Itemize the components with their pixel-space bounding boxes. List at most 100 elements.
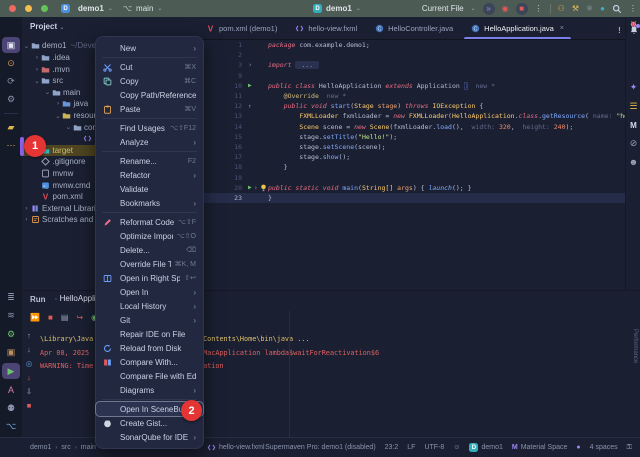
menu-item-find-usages[interactable]: Find Usages⌥⇧F12: [96, 121, 203, 135]
window-zoom-button[interactable]: [41, 5, 48, 12]
performance-tab-label[interactable]: Performance: [632, 329, 638, 363]
menu-item-reformat-code[interactable]: Reformat Code⌥⇧F: [96, 215, 203, 229]
caret-position[interactable]: 23:2: [385, 444, 399, 451]
intention-bulb-icon[interactable]: [260, 184, 267, 192]
stop-icon[interactable]: ■: [48, 313, 53, 322]
search-icon[interactable]: [612, 4, 622, 14]
menu-item-compare-file-with-editor[interactable]: Compare File with Editor: [96, 369, 203, 383]
run-gutter-icon[interactable]: ▶: [248, 184, 252, 191]
more-icon[interactable]: ⋮: [535, 5, 543, 13]
science-icon[interactable]: ⚛: [586, 5, 593, 13]
settings-sync-icon[interactable]: ⚙: [0, 326, 22, 342]
menu-item-cut[interactable]: Cut⌘X: [96, 60, 203, 74]
inspections-icon[interactable]: !: [612, 23, 627, 37]
dump-threads-icon[interactable]: ▤: [61, 313, 69, 322]
breadcrumb-item-main[interactable]: main: [81, 444, 96, 451]
project-tool-icon[interactable]: ▣: [2, 37, 20, 53]
database-icon[interactable]: ☰: [626, 99, 640, 113]
encoding[interactable]: UTF-8: [424, 444, 444, 451]
menu-item-open-in[interactable]: Open In›: [96, 285, 203, 299]
expanded-arrow-icon[interactable]: ⌄: [44, 88, 51, 96]
menu-item-rename[interactable]: Rename...F2: [96, 154, 203, 168]
clear-icon[interactable]: ■: [27, 401, 32, 410]
menu-item-copy-path-reference[interactable]: Copy Path/Reference...: [96, 88, 203, 102]
more-vertical-icon[interactable]: ⋮: [629, 5, 637, 13]
menu-item-analyze[interactable]: Analyze›: [96, 135, 203, 149]
supermaven-status[interactable]: Supermaven Pro: demo1 (disabled): [265, 444, 376, 451]
dependencies-tool-icon[interactable]: ▣: [0, 345, 22, 361]
project-panel-header[interactable]: Project ⌄: [30, 22, 64, 31]
menu-item-refactor[interactable]: Refactor›: [96, 168, 203, 182]
fold-arrow-icon[interactable]: ›: [248, 61, 252, 69]
pull-requests-icon[interactable]: ⟳: [0, 73, 22, 89]
ai-chat-tool-icon[interactable]: A: [0, 382, 22, 398]
scroll-end-icon[interactable]: ↓: [27, 373, 31, 382]
menu-item-override-file-type[interactable]: Override File Type⌘K, M: [96, 257, 203, 271]
bookmarks-tool-icon[interactable]: ▰: [0, 119, 22, 135]
record-dot-icon[interactable]: ●: [600, 5, 605, 13]
menu-item-repair-ide-on-file[interactable]: Repair IDE on File: [96, 327, 203, 341]
maven-tool-icon[interactable]: M: [626, 118, 640, 132]
tab-hellocontroller-java[interactable]: CHelloController.java: [366, 17, 462, 39]
terminal-tool-icon[interactable]: ≋: [0, 308, 22, 324]
collapsed-arrow-icon[interactable]: ›: [23, 216, 30, 223]
resume-icon[interactable]: »: [483, 3, 495, 15]
tab-hello-view-fxml[interactable]: hello-view.fxml: [286, 17, 366, 39]
notifications-off-icon[interactable]: ⊘: [626, 136, 640, 150]
plugin-status-icon[interactable]: ☺: [453, 444, 460, 451]
menu-item-local-history[interactable]: Local History›: [96, 299, 203, 313]
project-badge[interactable]: Ddemo1: [469, 443, 502, 452]
code-editor[interactable]: 1package com.example.demo1;23›import ...…: [197, 40, 625, 290]
menu-item-compare-with[interactable]: Compare With...: [96, 355, 203, 369]
menu-item-diagrams[interactable]: Diagrams›: [96, 383, 203, 397]
git-tool-icon[interactable]: ⌥: [0, 419, 22, 435]
collapsed-arrow-icon[interactable]: ›: [34, 66, 41, 73]
up-stack-icon[interactable]: ↑: [27, 331, 31, 340]
tab-helloapplication-java[interactable]: CHelloApplication.java×: [462, 17, 573, 39]
menu-item-delete[interactable]: Delete...⌫: [96, 243, 203, 257]
vcs-branch-widget[interactable]: main: [136, 4, 153, 13]
run-tool-icon[interactable]: ▶: [2, 363, 20, 379]
menu-item-copy[interactable]: Copy⌘C: [96, 74, 203, 88]
fold-arrow-icon[interactable]: ›: [254, 184, 258, 192]
debug-icon[interactable]: ◉: [502, 5, 509, 13]
problems-tool-icon[interactable]: ⚉: [0, 400, 22, 416]
services-tool-icon[interactable]: ≣: [0, 289, 22, 305]
menu-item-open-in-right-split[interactable]: Open in Right Split⇧↩: [96, 271, 203, 285]
indent-size[interactable]: 4 spaces: [590, 444, 618, 451]
close-icon[interactable]: ×: [560, 25, 564, 32]
ai-assistant-icon[interactable]: ✦: [626, 80, 640, 94]
menu-item-bookmarks[interactable]: Bookmarks›: [96, 196, 203, 210]
menu-item-new[interactable]: New›: [96, 41, 203, 55]
menu-item-optimize-imports[interactable]: Optimize Imports⌥⇧O: [96, 229, 203, 243]
theme-indicator[interactable]: MMaterial Space: [512, 444, 568, 451]
exit-icon[interactable]: ↪: [76, 313, 83, 322]
collapsed-arrow-icon[interactable]: ›: [34, 54, 41, 61]
window-minimize-button[interactable]: [25, 5, 32, 12]
soft-wrap-icon[interactable]: ◎: [26, 359, 33, 368]
collapsed-arrow-icon[interactable]: ›: [23, 205, 30, 212]
menu-item-paste[interactable]: Paste⌘V: [96, 102, 203, 116]
expanded-arrow-icon[interactable]: ⌄: [34, 77, 41, 85]
users-icon[interactable]: ⚇: [558, 5, 565, 13]
down-stack-icon[interactable]: ↓: [27, 345, 31, 354]
rerun-icon[interactable]: ⏩: [30, 313, 40, 322]
color-dot[interactable]: ●: [576, 444, 580, 451]
menu-item-reload-from-disk[interactable]: Reload from Disk: [96, 341, 203, 355]
collapsed-arrow-icon[interactable]: ›: [55, 100, 62, 107]
window-close-button[interactable]: [9, 5, 16, 12]
breadcrumb-item-src[interactable]: src: [61, 444, 70, 451]
breadcrumb-file[interactable]: hello-view.fxml: [219, 444, 265, 451]
line-separator[interactable]: LF: [407, 444, 415, 451]
commit-tool-icon[interactable]: ⊙: [0, 55, 22, 71]
tab-pom-xml-demo1-[interactable]: Vpom.xml (demo1): [197, 17, 286, 39]
expanded-arrow-icon[interactable]: ⌄: [23, 42, 30, 50]
scroll-bottom-icon[interactable]: ⇩: [26, 387, 32, 396]
more-tools-icon[interactable]: ⋯: [0, 137, 22, 153]
maven-v-icon[interactable]: V: [626, 17, 640, 31]
expanded-arrow-icon[interactable]: ⌄: [55, 112, 62, 120]
override-gutter-icon[interactable]: ↑: [248, 103, 252, 110]
run-gutter-icon[interactable]: ▶: [248, 82, 252, 89]
project-widget[interactable]: demo1: [78, 4, 104, 13]
expanded-arrow-icon[interactable]: ⌄: [65, 123, 72, 131]
